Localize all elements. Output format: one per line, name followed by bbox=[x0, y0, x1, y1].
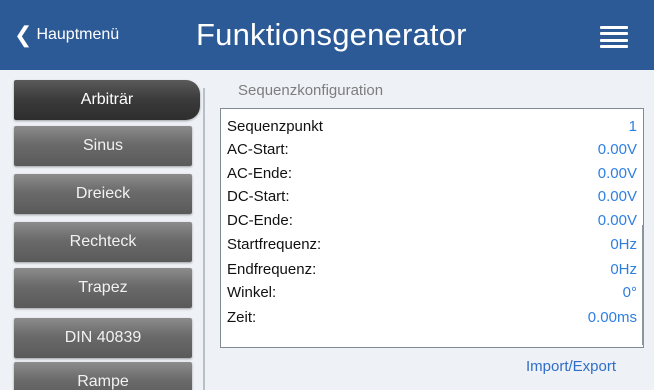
row-value[interactable]: 0.00V bbox=[598, 141, 637, 158]
sidebar: Arbiträr Sinus Dreieck Rechteck Trapez D… bbox=[0, 70, 212, 390]
scrollbar[interactable] bbox=[642, 225, 644, 345]
sequence-config-panel: Sequenzpunkt 1 AC-Start: 0.00V AC-Ende: … bbox=[220, 108, 644, 348]
row-winkel[interactable]: Winkel: 0° bbox=[227, 280, 637, 304]
sidebar-item-label: Rechteck bbox=[69, 233, 137, 250]
sidebar-item-din-40839[interactable]: DIN 40839 bbox=[14, 318, 192, 358]
page-title: Funktionsgenerator bbox=[196, 17, 467, 52]
row-label: AC-Ende: bbox=[227, 164, 293, 182]
sidebar-item-arbitraer[interactable]: Arbiträr bbox=[14, 80, 200, 120]
sidebar-item-sinus[interactable]: Sinus bbox=[14, 126, 192, 166]
row-dc-ende[interactable]: DC-Ende: 0.00V bbox=[227, 208, 637, 232]
row-value[interactable]: 0.00ms bbox=[588, 309, 637, 326]
row-value[interactable]: 0.00V bbox=[598, 212, 637, 229]
main-content: Sequenzkonfiguration Sequenzpunkt 1 AC-S… bbox=[212, 70, 654, 390]
chevron-left-icon: ❮ bbox=[14, 22, 33, 47]
row-value[interactable]: 0.00V bbox=[598, 165, 637, 182]
row-value[interactable]: 0° bbox=[623, 284, 637, 301]
row-label: DC-Ende: bbox=[227, 211, 293, 229]
row-value[interactable]: 0Hz bbox=[610, 236, 637, 253]
sidebar-item-label: Sinus bbox=[82, 137, 124, 154]
row-label: Zeit: bbox=[227, 308, 257, 326]
row-endfrequenz[interactable]: Endfrequenz: 0Hz bbox=[227, 257, 637, 281]
row-value[interactable]: 0.00V bbox=[598, 188, 637, 205]
row-value[interactable]: 1 bbox=[629, 118, 637, 135]
sidebar-item-label: DIN 40839 bbox=[64, 329, 142, 346]
row-ac-ende[interactable]: AC-Ende: 0.00V bbox=[227, 161, 637, 185]
sidebar-item-rampe[interactable]: Rampe bbox=[14, 362, 192, 390]
sidebar-item-trapez[interactable]: Trapez bbox=[14, 268, 192, 308]
row-label: Sequenzpunkt bbox=[227, 117, 323, 135]
row-label: Endfrequenz: bbox=[227, 260, 317, 278]
row-label: Startfrequenz: bbox=[227, 235, 322, 253]
sidebar-item-label: Arbiträr bbox=[80, 91, 134, 108]
hamburger-menu-icon[interactable] bbox=[600, 26, 628, 48]
back-button-label: Hauptmenü bbox=[36, 26, 120, 43]
sidebar-item-label: Dreieck bbox=[75, 185, 131, 202]
row-value[interactable]: 0Hz bbox=[610, 261, 637, 278]
row-label: DC-Start: bbox=[227, 187, 290, 205]
sidebar-item-rechteck[interactable]: Rechteck bbox=[14, 222, 192, 262]
row-zeit[interactable]: Zeit: 0.00ms bbox=[227, 305, 637, 329]
sidebar-item-label: Trapez bbox=[78, 279, 128, 296]
row-sequenzpunkt[interactable]: Sequenzpunkt 1 bbox=[227, 114, 637, 138]
row-label: AC-Start: bbox=[227, 140, 289, 158]
back-button[interactable]: ❮ Hauptmenü bbox=[14, 0, 119, 70]
sidebar-item-dreieck[interactable]: Dreieck bbox=[14, 174, 192, 214]
row-label: Winkel: bbox=[227, 283, 277, 301]
header-bar: ❮ Hauptmenü Funktionsgenerator bbox=[0, 0, 654, 70]
section-title: Sequenzkonfiguration bbox=[238, 82, 384, 99]
row-startfrequenz[interactable]: Startfrequenz: 0Hz bbox=[227, 232, 637, 256]
row-dc-start[interactable]: DC-Start: 0.00V bbox=[227, 184, 637, 208]
sidebar-divider bbox=[203, 88, 205, 390]
import-export-link[interactable]: Import/Export bbox=[526, 358, 616, 375]
sidebar-item-label: Rampe bbox=[77, 373, 129, 390]
row-ac-start[interactable]: AC-Start: 0.00V bbox=[227, 137, 637, 161]
